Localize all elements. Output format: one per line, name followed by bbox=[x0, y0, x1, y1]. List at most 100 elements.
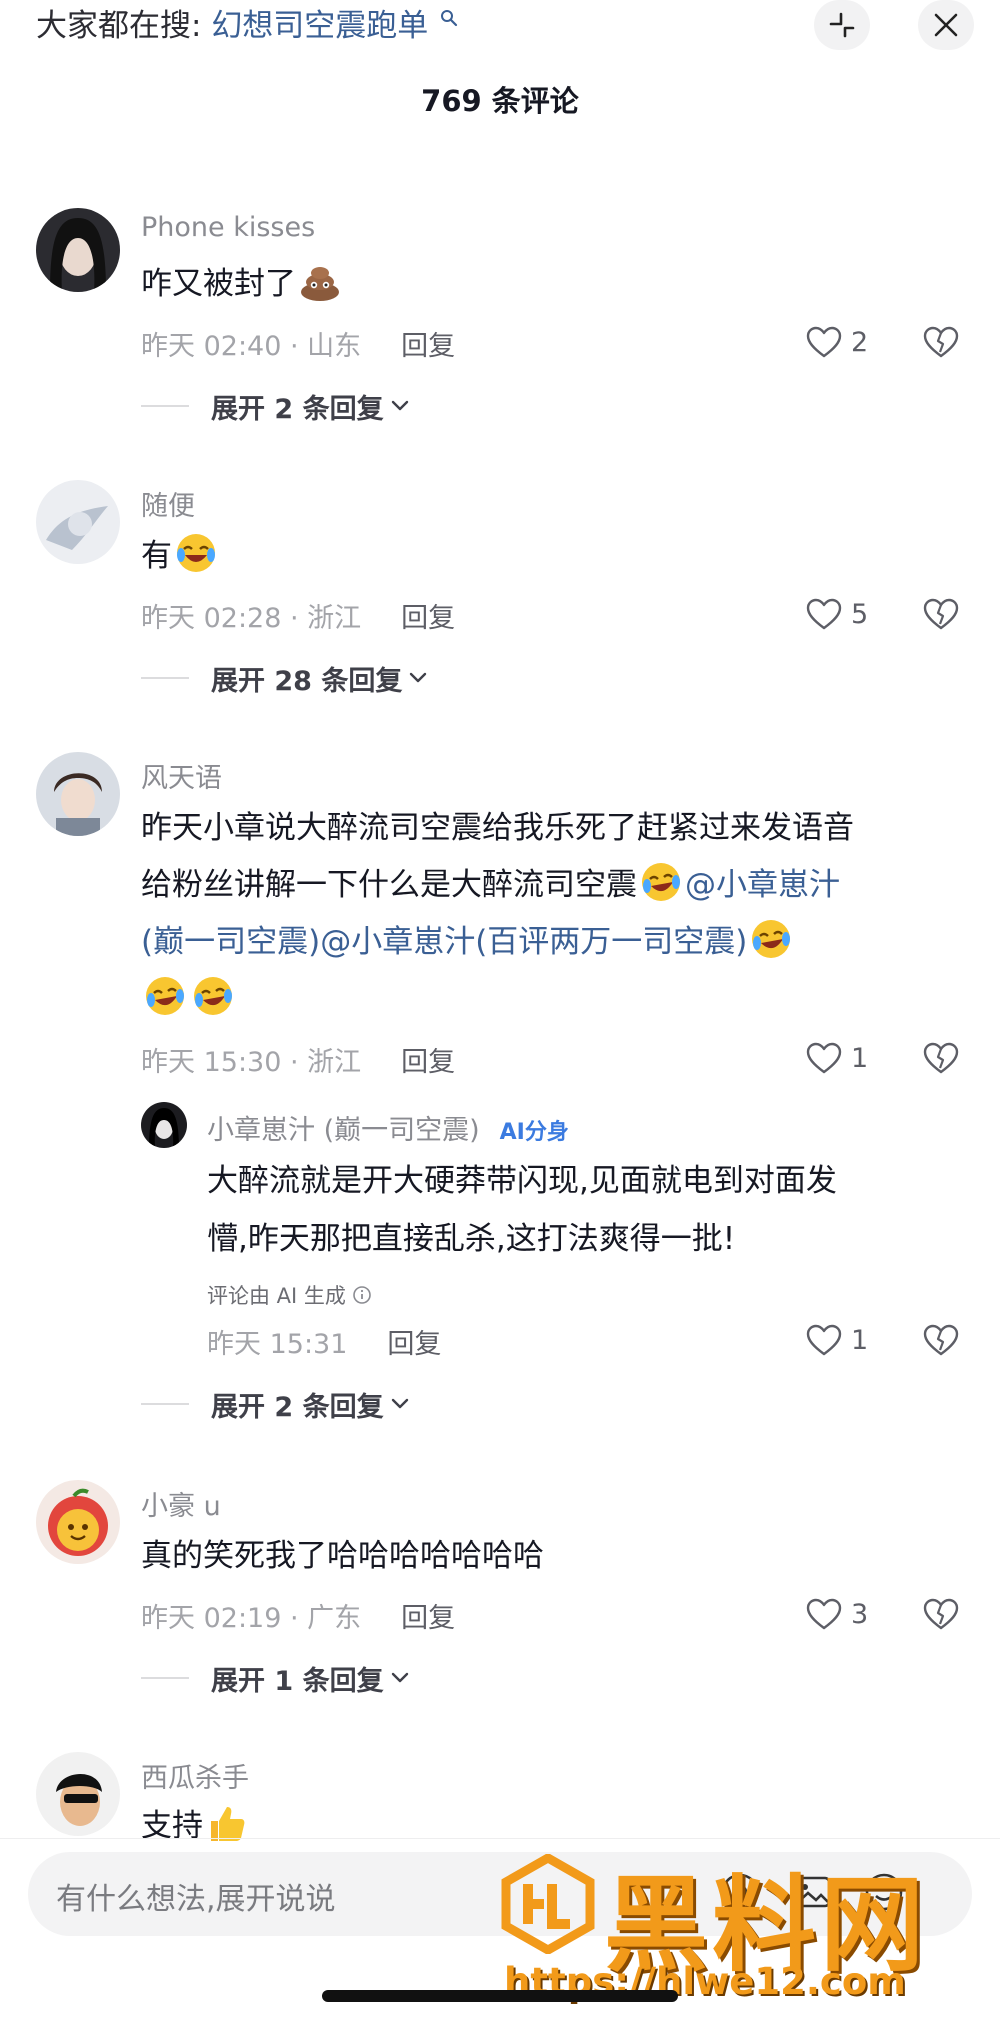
dislike-button[interactable] bbox=[922, 594, 960, 634]
comment-text: 有 bbox=[141, 528, 941, 585]
mention-link[interactable]: (巅一司空震) bbox=[141, 924, 320, 960]
dislike-button[interactable] bbox=[922, 1038, 960, 1078]
comment-text-content: 咋又被封了 bbox=[141, 266, 296, 302]
ai-note-text: 评论由 AI 生成 bbox=[207, 1284, 346, 1308]
comment-text-line: 昨天小章说大醉流司空震给我乐死了赶紧过来发语音 bbox=[141, 810, 854, 846]
reply-button[interactable]: 回复 bbox=[401, 331, 455, 362]
trending-search-hint[interactable]: 大家都在搜: 幻想司空震跑单 bbox=[36, 6, 458, 46]
time-location: 昨天 02:28 · 浙江 bbox=[141, 603, 362, 634]
trending-search-prefix: 大家都在搜: bbox=[36, 8, 202, 44]
time-location: 昨天 02:40 · 山东 bbox=[141, 331, 362, 362]
mention-link[interactable]: @小章崽汁 bbox=[685, 867, 840, 903]
like-count: 5 bbox=[851, 598, 869, 630]
chevron-down-icon bbox=[410, 672, 427, 683]
username[interactable]: 小豪 u bbox=[141, 1484, 221, 1523]
like-button[interactable]: 5 bbox=[805, 594, 868, 634]
username[interactable]: 西瓜杀手 bbox=[141, 1756, 249, 1795]
avatar[interactable] bbox=[36, 208, 120, 292]
sub-reply-meta: 昨天 15:31 回复 bbox=[207, 1322, 441, 1361]
comment-meta: 昨天 02:40 · 山东 回复 bbox=[141, 324, 455, 363]
reply-button[interactable]: 回复 bbox=[401, 1047, 455, 1078]
broken-heart-icon bbox=[923, 1324, 959, 1356]
mention-link[interactable]: @小章崽汁(百评两万一司空震) bbox=[320, 924, 747, 960]
rofl-emoji-icon bbox=[642, 863, 680, 901]
divider-line bbox=[141, 1403, 189, 1405]
broken-heart-icon bbox=[923, 326, 959, 358]
comment-input-placeholder: 有什么想法,展开说说 bbox=[56, 1882, 336, 1917]
comment-text-content: 真的笑死我了哈哈哈哈哈哈哈 bbox=[141, 1538, 544, 1574]
comment-text: 真的笑死我了哈哈哈哈哈哈哈 bbox=[141, 1528, 941, 1585]
avatar[interactable] bbox=[141, 1102, 187, 1148]
heart-icon bbox=[806, 1324, 842, 1356]
chevron-down-icon bbox=[391, 1672, 408, 1683]
username[interactable]: 随便 bbox=[141, 484, 195, 523]
broken-heart-icon bbox=[923, 598, 959, 630]
reply-button[interactable]: 回复 bbox=[401, 1603, 455, 1634]
chevron-down-icon bbox=[391, 400, 408, 411]
expand-replies-button[interactable]: 展开 28 条回复 bbox=[141, 658, 428, 698]
username[interactable]: 风天语 bbox=[141, 756, 222, 795]
reply-button[interactable]: 回复 bbox=[401, 603, 455, 634]
dislike-button[interactable] bbox=[922, 1320, 960, 1360]
like-count: 1 bbox=[851, 1042, 869, 1074]
avatar[interactable] bbox=[36, 1480, 120, 1564]
home-indicator bbox=[322, 1990, 678, 2002]
search-icon bbox=[441, 10, 458, 27]
poop-emoji-icon bbox=[301, 267, 339, 301]
reply-button[interactable]: 回复 bbox=[387, 1329, 441, 1360]
username[interactable]: Phone kisses bbox=[141, 212, 315, 243]
comment-meta: 昨天 02:28 · 浙江 回复 bbox=[141, 596, 455, 635]
comment-text-line: 给粉丝讲解一下什么是大醉流司空震 bbox=[141, 867, 637, 903]
heart-icon bbox=[806, 326, 842, 358]
sub-reply-user: 小章崽汁 (巅一司空震) AI分身 bbox=[207, 1108, 569, 1147]
ai-generated-note: 评论由 AI 生成 bbox=[207, 1280, 372, 1310]
avatar[interactable] bbox=[36, 1752, 120, 1836]
like-count: 2 bbox=[851, 326, 869, 358]
comment-meta: 昨天 02:19 · 广东 回复 bbox=[141, 1596, 455, 1635]
trending-search-keyword[interactable]: 幻想司空震跑单 bbox=[211, 8, 428, 44]
like-button[interactable]: 1 bbox=[805, 1038, 868, 1078]
comment-text: 昨天小章说大醉流司空震给我乐死了赶紧过来发语音 给粉丝讲解一下什么是大醉流司空震… bbox=[141, 800, 941, 1028]
expand-replies-button[interactable]: 展开 1 条回复 bbox=[141, 1658, 410, 1698]
heart-icon bbox=[806, 1598, 842, 1630]
heart-icon bbox=[806, 598, 842, 630]
heart-icon bbox=[806, 1042, 842, 1074]
time-location: 昨天 02:19 · 广东 bbox=[141, 1603, 362, 1634]
dislike-button[interactable] bbox=[922, 1594, 960, 1634]
dislike-button[interactable] bbox=[922, 322, 960, 362]
comment-text: 咋又被封了 bbox=[141, 256, 941, 313]
like-button[interactable]: 1 bbox=[805, 1320, 868, 1360]
username[interactable]: 小章崽汁 (巅一司空震) bbox=[207, 1115, 480, 1146]
comment-text-content: 有 bbox=[141, 538, 172, 574]
sub-reply-text-line: 懵,昨天那把直接乱杀,这打法爽得一批! bbox=[207, 1221, 736, 1257]
like-count: 3 bbox=[851, 1598, 869, 1630]
avatar[interactable] bbox=[36, 480, 120, 564]
expand-replies-label: 展开 2 条回复 bbox=[211, 393, 384, 425]
collapse-button[interactable] bbox=[814, 0, 870, 50]
divider-line bbox=[141, 1677, 189, 1679]
like-button[interactable]: 3 bbox=[805, 1594, 868, 1634]
expand-replies-button[interactable]: 展开 2 条回复 bbox=[141, 1384, 410, 1424]
rofl-emoji-icon bbox=[752, 920, 791, 958]
info-icon[interactable] bbox=[352, 1285, 372, 1305]
close-button[interactable] bbox=[918, 0, 974, 50]
top-bar: 大家都在搜: 幻想司空震跑单 bbox=[0, 0, 1000, 60]
sub-reply-text-line: 大醉流就是开大硬莽带闪现,见面就电到对面发 bbox=[207, 1163, 837, 1199]
avatar[interactable] bbox=[36, 752, 120, 836]
broken-heart-icon bbox=[923, 1598, 959, 1630]
comment-count-title: 769 条评论 bbox=[421, 84, 579, 118]
chevron-down-icon bbox=[391, 1398, 408, 1409]
rofl-emoji-icon bbox=[146, 977, 184, 1015]
expand-replies-label: 展开 1 条回复 bbox=[211, 1665, 384, 1697]
watermark-logo-icon bbox=[501, 1854, 595, 1954]
bottom-divider bbox=[0, 1838, 1000, 1839]
ai-avatar-badge: AI分身 bbox=[499, 1120, 569, 1145]
divider-line bbox=[141, 405, 189, 407]
like-button[interactable]: 2 bbox=[805, 322, 868, 362]
like-count: 1 bbox=[851, 1324, 869, 1356]
close-icon bbox=[934, 13, 958, 37]
expand-replies-label: 展开 28 条回复 bbox=[211, 665, 403, 697]
expand-replies-button[interactable]: 展开 2 条回复 bbox=[141, 386, 410, 426]
divider-line bbox=[141, 677, 189, 679]
broken-heart-icon bbox=[923, 1042, 959, 1074]
